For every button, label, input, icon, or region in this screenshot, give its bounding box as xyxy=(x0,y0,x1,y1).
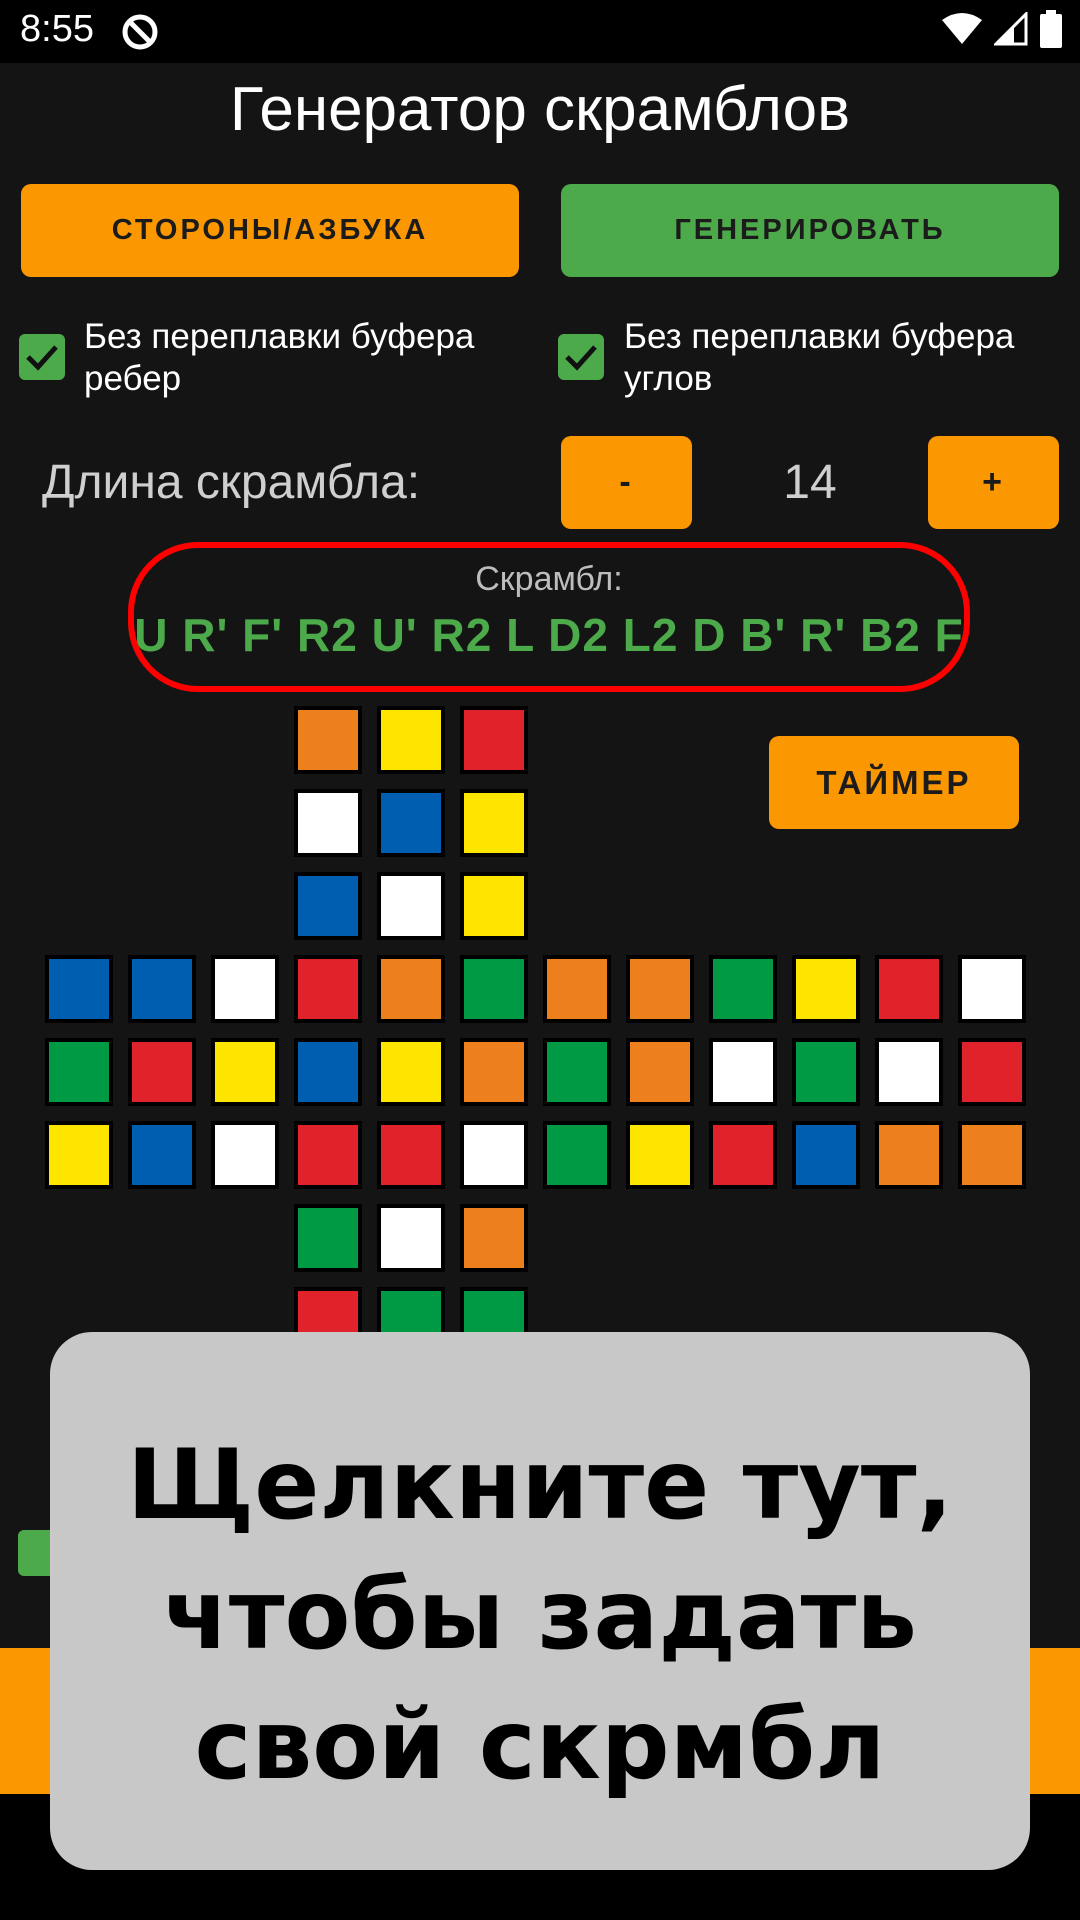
sticker-middle xyxy=(958,1038,1026,1106)
sticker-middle xyxy=(792,955,860,1023)
tooltip-text: Щелкните тут, чтобы задать свой скрмбл xyxy=(127,1429,953,1801)
sticker-middle xyxy=(626,1038,694,1106)
sticker-middle xyxy=(543,955,611,1023)
sticker-middle xyxy=(211,1038,279,1106)
sticker-up xyxy=(377,706,445,774)
sticker-up xyxy=(294,789,362,857)
generate-button[interactable]: ГЕНЕРИРОВАТЬ xyxy=(561,184,1059,277)
sticker-middle xyxy=(45,955,113,1023)
sticker-middle xyxy=(377,955,445,1023)
sticker-middle xyxy=(460,955,528,1023)
scramble-length-label: Длина скрамбла: xyxy=(42,456,421,509)
sticker-middle xyxy=(709,1121,777,1189)
scramble-box[interactable]: Скрамбл: U R' F' R2 U' R2 L D2 L2 D B' R… xyxy=(128,542,970,692)
sticker-middle xyxy=(128,1038,196,1106)
sticker-middle xyxy=(958,1121,1026,1189)
scramble-caption: Скрамбл: xyxy=(475,560,623,598)
sticker-middle xyxy=(128,955,196,1023)
sticker-middle xyxy=(792,1038,860,1106)
sticker-down xyxy=(294,1204,362,1272)
sticker-middle xyxy=(709,955,777,1023)
sticker-middle xyxy=(377,1121,445,1189)
sticker-middle xyxy=(377,1038,445,1106)
scramble-text: U R' F' R2 U' R2 L D2 L2 D B' R' B2 F xyxy=(134,609,964,661)
wifi-icon xyxy=(942,13,982,44)
sticker-middle xyxy=(626,1121,694,1189)
corners-buffer-checkbox[interactable] xyxy=(558,334,604,380)
sticker-middle xyxy=(792,1121,860,1189)
sticker-middle xyxy=(294,1038,362,1106)
sticker-middle xyxy=(875,955,943,1023)
sticker-up xyxy=(294,706,362,774)
sticker-middle xyxy=(875,1121,943,1189)
sticker-up xyxy=(377,789,445,857)
check-icon xyxy=(565,345,597,371)
custom-scramble-tooltip[interactable]: Щелкните тут, чтобы задать свой скрмбл xyxy=(50,1332,1030,1870)
sticker-up xyxy=(294,872,362,940)
corners-buffer-label: Без переплавки буфера углов xyxy=(624,317,1015,398)
sticker-middle xyxy=(211,955,279,1023)
signal-icon xyxy=(994,12,1028,46)
status-bar: 8:55 xyxy=(0,0,1080,63)
sticker-up xyxy=(377,872,445,940)
sticker-middle xyxy=(543,1121,611,1189)
sticker-down xyxy=(460,1204,528,1272)
edges-buffer-label: Без переплавки буфера ребер xyxy=(84,317,475,398)
scramble-length-value: 14 xyxy=(783,456,837,509)
edges-buffer-checkbox[interactable] xyxy=(19,334,65,380)
sticker-middle xyxy=(294,955,362,1023)
page-title: Генератор скрамблов xyxy=(229,75,851,144)
sticker-middle xyxy=(543,1038,611,1106)
sticker-up xyxy=(460,789,528,857)
sticker-up xyxy=(460,872,528,940)
sticker-middle xyxy=(45,1121,113,1189)
increase-length-button[interactable]: + xyxy=(928,436,1059,529)
sticker-middle xyxy=(294,1121,362,1189)
timer-button[interactable]: ТАЙМЕР xyxy=(769,736,1019,829)
sticker-middle xyxy=(460,1121,528,1189)
sticker-middle xyxy=(460,1038,528,1106)
sticker-middle xyxy=(875,1038,943,1106)
status-time: 8:55 xyxy=(20,8,94,50)
do-not-disturb-icon xyxy=(122,14,158,50)
sticker-middle xyxy=(626,955,694,1023)
sticker-middle xyxy=(958,955,1026,1023)
sticker-up xyxy=(460,706,528,774)
check-icon xyxy=(26,345,58,371)
sticker-middle xyxy=(45,1038,113,1106)
decrease-length-button[interactable]: - xyxy=(561,436,692,529)
sticker-middle xyxy=(128,1121,196,1189)
sides-alphabet-button[interactable]: СТОРОНЫ/АЗБУКА xyxy=(21,184,519,277)
sticker-middle xyxy=(709,1038,777,1106)
battery-icon xyxy=(1040,10,1062,48)
sticker-down xyxy=(377,1204,445,1272)
sticker-middle xyxy=(211,1121,279,1189)
